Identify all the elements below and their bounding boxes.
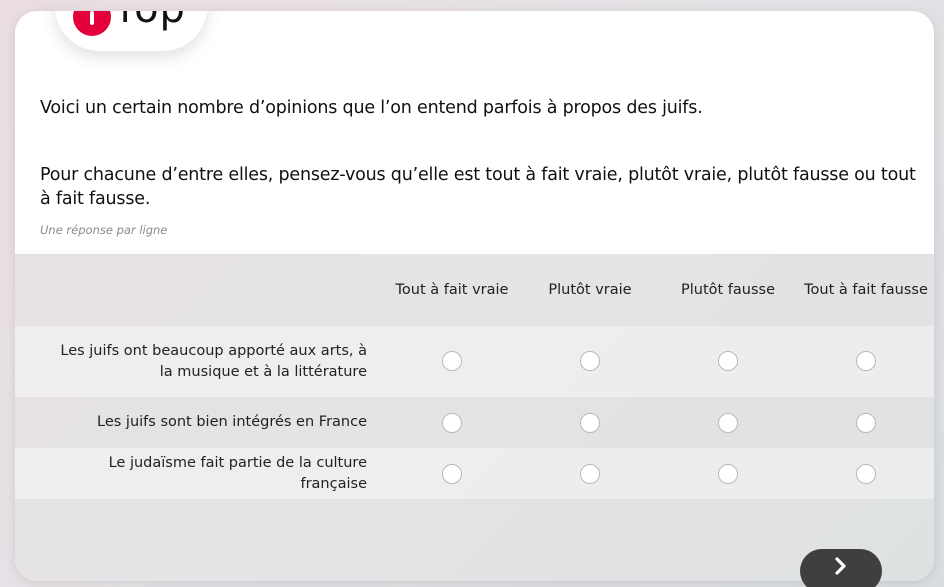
column-header-plutot-fausse: Plutôt fausse	[680, 281, 776, 298]
logo-text: fop	[119, 11, 186, 29]
grid-row-integres: Les juifs sont bien intégrés en France	[15, 397, 934, 448]
radio-integres-tout-a-fait-fausse[interactable]	[856, 413, 876, 433]
chevron-right-icon	[835, 557, 846, 575]
grid-row-judaisme: Le judaïsme fait partie de la culture fr…	[15, 448, 934, 499]
radio-judaisme-plutot-fausse[interactable]	[718, 464, 738, 484]
column-header-plutot-vraie: Plutôt vraie	[548, 281, 632, 298]
column-header-tout-a-fait-fausse: Tout à fait fausse	[804, 281, 928, 298]
question-intro: Voici un certain nombre d’opinions que l…	[40, 98, 703, 118]
radio-arts-plutot-vraie[interactable]	[580, 351, 600, 371]
answer-instruction: Une réponse par ligne	[40, 223, 168, 237]
row-label-arts: Les juifs ont beaucoup apporté aux arts,…	[60, 342, 367, 380]
radio-integres-tout-a-fait-vraie[interactable]	[442, 413, 462, 433]
radio-integres-plutot-fausse[interactable]	[718, 413, 738, 433]
radio-arts-tout-a-fait-fausse[interactable]	[856, 351, 876, 371]
radio-integres-plutot-vraie[interactable]	[580, 413, 600, 433]
brand-logo: fop	[55, 11, 207, 51]
radio-arts-tout-a-fait-vraie[interactable]	[442, 351, 462, 371]
response-grid: Tout à fait vraie Plutôt vraie Plutôt fa…	[15, 254, 934, 581]
row-label-integres: Les juifs sont bien intégrés en France	[97, 414, 367, 430]
logo-mark-icon	[73, 11, 111, 36]
question-text: Pour chacune d’entre elles, pensez-vous …	[40, 165, 916, 209]
radio-judaisme-plutot-vraie[interactable]	[580, 464, 600, 484]
radio-judaisme-tout-a-fait-vraie[interactable]	[442, 464, 462, 484]
row-label-judaisme: Le judaïsme fait partie de la culture fr…	[108, 454, 367, 492]
column-header-tout-a-fait-vraie: Tout à fait vraie	[395, 281, 509, 298]
grid-header: Tout à fait vraie Plutôt vraie Plutôt fa…	[15, 254, 934, 326]
radio-arts-plutot-fausse[interactable]	[718, 351, 738, 371]
radio-judaisme-tout-a-fait-fausse[interactable]	[856, 464, 876, 484]
survey-card: fop Voici un certain nombre d’opinions q…	[15, 11, 934, 581]
next-button[interactable]	[800, 549, 882, 587]
grid-row-arts: Les juifs ont beaucoup apporté aux arts,…	[15, 326, 934, 397]
